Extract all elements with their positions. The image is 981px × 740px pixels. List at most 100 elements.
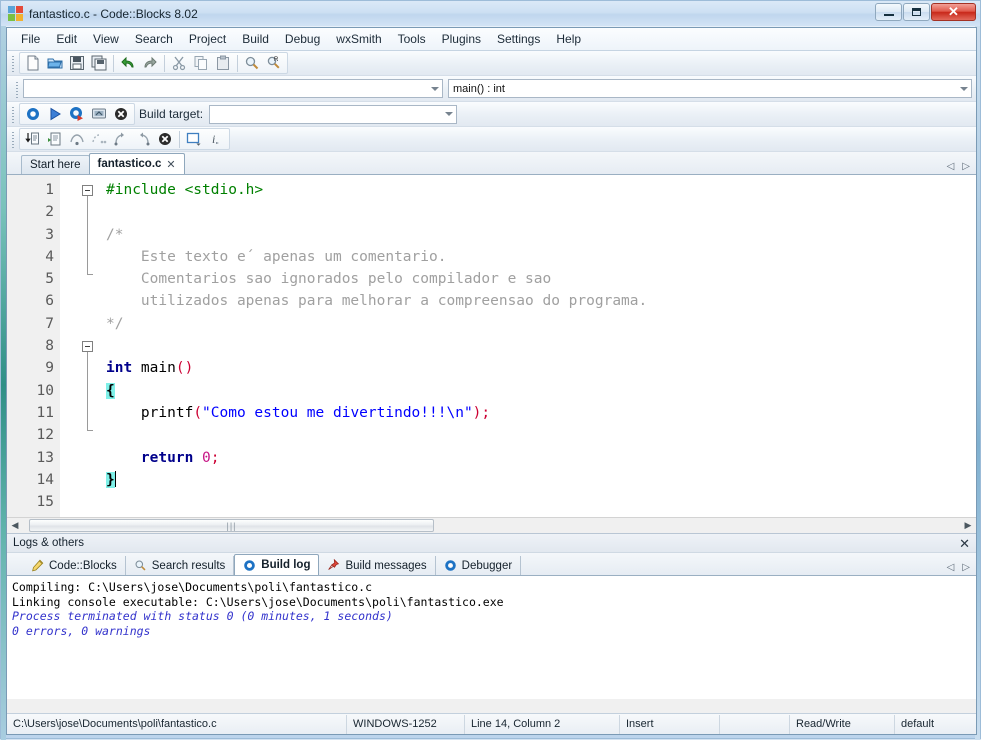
tab-build-log[interactable]: Build log: [234, 554, 320, 575]
fold-guide-tail: [87, 430, 93, 431]
minimize-button[interactable]: [875, 3, 902, 21]
toolbar-grip[interactable]: [10, 54, 17, 72]
build-and-run-icon[interactable]: [66, 104, 88, 124]
code-editor[interactable]: 1 2 3 4 5 6 7 8 9 10 11 12 13 14 15 #include <stdio.h>…: [7, 175, 976, 517]
close-button[interactable]: ✕: [931, 3, 976, 21]
debug-continue-icon[interactable]: [22, 129, 44, 149]
step-out-icon[interactable]: [132, 129, 154, 149]
redo-icon[interactable]: [139, 53, 161, 73]
search-magnifier-icon[interactable]: [241, 53, 263, 73]
save-icon[interactable]: [66, 53, 88, 73]
tab-search-results[interactable]: Search results: [126, 556, 235, 575]
toolbar-grip[interactable]: [14, 79, 21, 98]
scrollbar-thumb[interactable]: |||: [29, 519, 434, 532]
code-token: return: [106, 449, 194, 466]
run-play-icon[interactable]: [44, 104, 66, 124]
tab-codeblocks[interactable]: Code::Blocks: [23, 556, 126, 575]
menu-wxsmith[interactable]: wxSmith: [328, 29, 389, 49]
fold-margin[interactable]: [60, 175, 106, 517]
run-to-cursor-icon[interactable]: [44, 129, 66, 149]
code-token: <stdio.h>: [184, 182, 264, 198]
code-text-area[interactable]: #include <stdio.h> /* Este texto e´ apen…: [106, 175, 976, 517]
toolbar-separator: [164, 54, 165, 72]
undo-icon[interactable]: [117, 53, 139, 73]
line-number: 14: [36, 471, 54, 488]
various-info-icon[interactable]: i: [205, 129, 227, 149]
debug-windows-icon[interactable]: [183, 129, 205, 149]
scroll-right-icon[interactable]: ▶: [960, 518, 976, 533]
save-all-icon[interactable]: [88, 53, 110, 73]
menu-project[interactable]: Project: [181, 29, 234, 49]
next-instruction-icon[interactable]: [88, 129, 110, 149]
tab-next-icon[interactable]: ▷: [962, 162, 970, 172]
svg-text:i: i: [212, 132, 215, 146]
paste-icon[interactable]: [212, 53, 234, 73]
toolbar-grip[interactable]: [10, 105, 17, 123]
next-line-icon[interactable]: [66, 129, 88, 149]
menu-settings[interactable]: Settings: [489, 29, 548, 49]
line-number: 2: [45, 204, 54, 221]
logs-panel-close-icon[interactable]: ✕: [959, 537, 970, 550]
editor-tab-start-here[interactable]: Start here: [21, 155, 90, 174]
logs-tab-label: Code::Blocks: [49, 559, 117, 572]
fold-toggle-main-body[interactable]: [82, 340, 93, 352]
menu-build[interactable]: Build: [234, 29, 277, 49]
logs-tab-nav: ◁ ▷: [947, 563, 970, 573]
tab-build-messages[interactable]: Build messages: [319, 556, 436, 575]
toolbar-grip[interactable]: [10, 130, 17, 148]
new-file-icon[interactable]: [22, 53, 44, 73]
text-caret: [114, 470, 116, 487]
abort-stop-icon[interactable]: [110, 104, 132, 124]
main-toolbar-panel: R: [19, 52, 288, 74]
menu-edit[interactable]: Edit: [48, 29, 85, 49]
editor-horizontal-scrollbar[interactable]: ◀ ||| ▶: [7, 517, 976, 533]
line-number: 10: [36, 382, 54, 399]
copy-icon[interactable]: [190, 53, 212, 73]
scrollbar-track[interactable]: |||: [23, 518, 960, 533]
menu-debug[interactable]: Debug: [277, 29, 328, 49]
logs-tab-bar: Code::Blocks Search results Build log Bu…: [7, 553, 976, 576]
scope-combo[interactable]: [23, 79, 443, 98]
menu-file[interactable]: File: [13, 29, 48, 49]
fold-guide-tail: [87, 274, 93, 275]
menu-view[interactable]: View: [85, 29, 127, 49]
build-target-combo[interactable]: [209, 104, 458, 124]
menu-search[interactable]: Search: [127, 29, 181, 49]
maximize-button[interactable]: [903, 3, 930, 21]
build-log-output[interactable]: Compiling: C:\Users\jose\Documents\poli\…: [7, 576, 976, 699]
line-number: 3: [45, 226, 54, 243]
open-folder-icon[interactable]: [44, 53, 66, 73]
code-token: 0: [202, 449, 211, 466]
menu-help[interactable]: Help: [548, 29, 589, 49]
code-line: Comentarios sao ignorados pelo compilado…: [106, 268, 976, 290]
rebuild-icon[interactable]: [88, 104, 110, 124]
editor-tab-label: fantastico.c: [97, 158, 162, 170]
stop-debugger-icon[interactable]: [154, 129, 176, 149]
status-access-mode: Read/Write: [790, 714, 895, 734]
replace-icon[interactable]: R: [263, 53, 285, 73]
close-icon[interactable]: ✕: [166, 158, 175, 171]
tab-prev-icon[interactable]: ◁: [947, 162, 955, 172]
code-token: Comentarios sao ignorados pelo compilado…: [106, 271, 552, 288]
function-combo[interactable]: main() : int: [448, 79, 972, 98]
line-number: 1: [45, 182, 54, 198]
editor-tab-fantastico-c[interactable]: fantastico.c ✕: [88, 153, 185, 174]
fold-guide-line: [87, 352, 88, 430]
logs-tab-next-icon[interactable]: ▷: [962, 563, 970, 573]
menu-tools[interactable]: Tools: [390, 29, 434, 49]
fold-toggle-comment-block[interactable]: [82, 184, 93, 196]
code-token: (: [193, 404, 203, 421]
logs-tab-prev-icon[interactable]: ◁: [947, 563, 955, 573]
tab-debugger[interactable]: Debugger: [436, 556, 522, 575]
code-navigation-toolbar: main() : int: [7, 76, 976, 102]
step-into-icon[interactable]: [110, 129, 132, 149]
scroll-left-icon[interactable]: ◀: [7, 518, 23, 533]
cut-scissors-icon[interactable]: [168, 53, 190, 73]
code-token: {: [106, 382, 115, 399]
logs-tab-label: Build log: [261, 559, 311, 571]
build-gear-icon[interactable]: [22, 104, 44, 124]
logs-tab-label: Debugger: [461, 559, 513, 572]
menu-plugins[interactable]: Plugins: [434, 29, 489, 49]
line-number: 12: [36, 427, 54, 444]
